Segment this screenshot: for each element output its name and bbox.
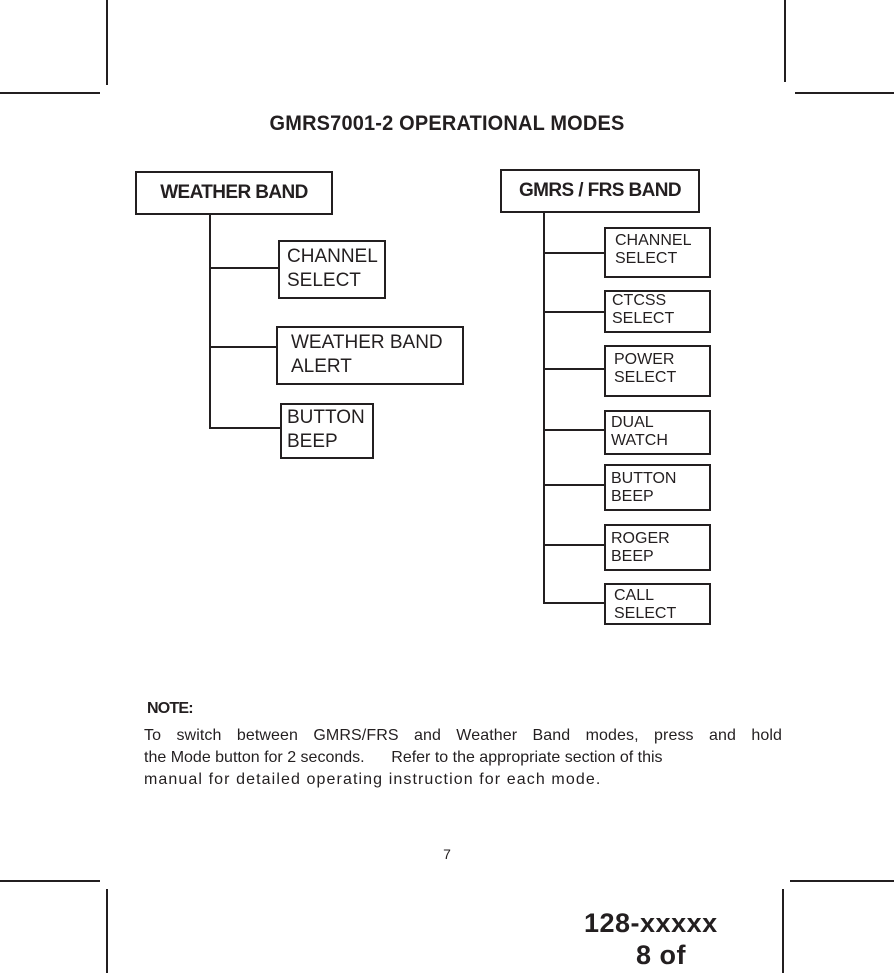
crop-mark-top-right-horizontal [795, 92, 894, 94]
crop-mark-top-left-horizontal [0, 92, 100, 94]
note-heading: NOTE: [147, 700, 194, 717]
connector [543, 368, 605, 370]
weather-button-beep-box: BUTTON BEEP [280, 403, 374, 459]
gmrs-channel-select-box: CHANNEL SELECT [604, 227, 711, 278]
dual-watch-box: DUAL WATCH [604, 410, 711, 455]
connector [209, 427, 281, 429]
weather-band-alert-box: WEATHER BAND ALERT [276, 326, 464, 385]
gmrs-button-beep-box: BUTTON BEEP [604, 464, 711, 511]
weather-band-label: WEATHER BAND [160, 182, 308, 203]
mode-label: CHANNEL SELECT [615, 232, 692, 267]
mode-label: POWER SELECT [614, 351, 677, 386]
weather-band-root: WEATHER BAND [135, 171, 333, 215]
call-select-box: CALL SELECT [604, 583, 711, 625]
connector [543, 484, 605, 486]
connector [543, 311, 605, 313]
document-number: 128-xxxxx [584, 908, 718, 938]
weather-band-trunk [209, 214, 211, 429]
gmrs-frs-band-label: GMRS / FRS BAND [518, 180, 682, 201]
roger-beep-box: ROGER BEEP [604, 524, 711, 571]
note-line: manual for detailed operating instructio… [144, 771, 602, 788]
connector [543, 252, 605, 254]
mode-label: WEATHER BAND ALERT [291, 332, 443, 377]
mode-label: ROGER BEEP [611, 530, 670, 565]
gmrs-frs-band-root: GMRS / FRS BAND [500, 169, 700, 213]
mode-label: CTCSS SELECT [612, 292, 675, 327]
crop-mark-bottom-left-vertical [106, 889, 108, 973]
crop-mark-top-right-vertical [784, 0, 786, 82]
mode-label: DUAL WATCH [611, 414, 668, 449]
ctcss-select-box: CTCSS SELECT [604, 290, 711, 333]
crop-mark-bottom-left-horizontal [0, 880, 100, 882]
page-number: 7 [443, 846, 451, 862]
crop-mark-top-left-vertical [106, 0, 108, 85]
note-line: the Mode button for 2 seconds. Refer to … [144, 749, 663, 766]
connector [209, 267, 279, 269]
crop-mark-bottom-right-horizontal [790, 880, 894, 882]
note-line: To switch between GMRS/FRS and Weather B… [144, 727, 782, 744]
connector [543, 544, 605, 546]
mode-label: BUTTON BEEP [287, 407, 365, 452]
sheet-number: 8 of [636, 940, 687, 970]
mode-label: CHANNEL SELECT [287, 246, 378, 291]
weather-channel-select-box: CHANNEL SELECT [278, 240, 386, 299]
connector [209, 346, 277, 348]
mode-label: CALL SELECT [614, 587, 677, 622]
connector [543, 602, 605, 604]
connector [543, 429, 605, 431]
page-title: GMRS7001-2 OPERATIONAL MODES [269, 112, 625, 135]
power-select-box: POWER SELECT [604, 345, 711, 397]
mode-label: BUTTON BEEP [611, 470, 677, 505]
crop-mark-bottom-right-vertical [782, 889, 784, 973]
